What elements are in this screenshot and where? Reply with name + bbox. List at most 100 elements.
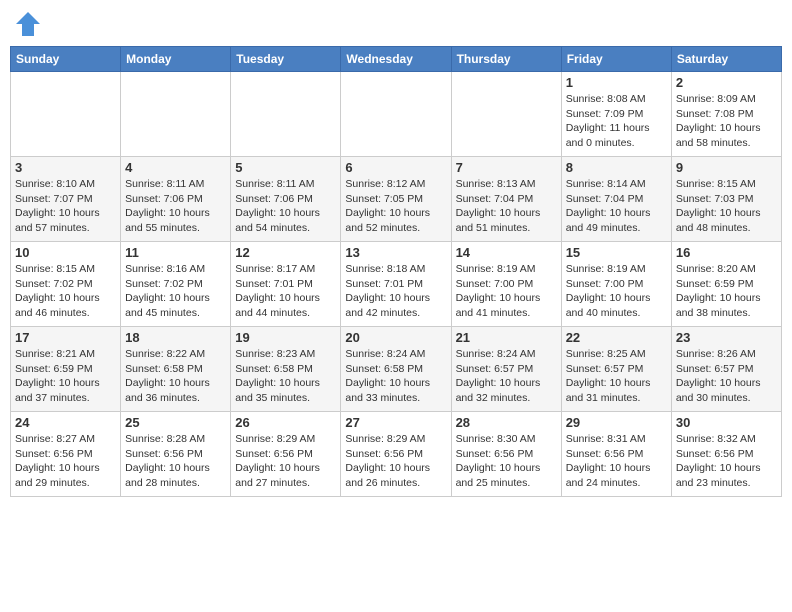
day-detail: Sunrise: 8:19 AM Sunset: 7:00 PM Dayligh…	[456, 262, 557, 321]
logo-icon	[14, 10, 42, 38]
day-detail: Sunrise: 8:24 AM Sunset: 6:57 PM Dayligh…	[456, 347, 557, 406]
day-cell: 16 Sunrise: 8:20 AM Sunset: 6:59 PM Dayli…	[671, 242, 781, 327]
week-row-5: 24 Sunrise: 8:27 AM Sunset: 6:56 PM Dayli…	[11, 412, 782, 497]
day-cell: 19 Sunrise: 8:23 AM Sunset: 6:58 PM Dayli…	[231, 327, 341, 412]
day-detail: Sunrise: 8:17 AM Sunset: 7:01 PM Dayligh…	[235, 262, 336, 321]
day-number: 18	[125, 330, 226, 345]
day-detail: Sunrise: 8:19 AM Sunset: 7:00 PM Dayligh…	[566, 262, 667, 321]
day-detail: Sunrise: 8:16 AM Sunset: 7:02 PM Dayligh…	[125, 262, 226, 321]
week-row-1: 1 Sunrise: 8:08 AM Sunset: 7:09 PM Daylig…	[11, 72, 782, 157]
day-detail: Sunrise: 8:11 AM Sunset: 7:06 PM Dayligh…	[235, 177, 336, 236]
day-number: 11	[125, 245, 226, 260]
day-cell: 12 Sunrise: 8:17 AM Sunset: 7:01 PM Dayli…	[231, 242, 341, 327]
day-cell: 29 Sunrise: 8:31 AM Sunset: 6:56 PM Dayli…	[561, 412, 671, 497]
day-cell: 9 Sunrise: 8:15 AM Sunset: 7:03 PM Daylig…	[671, 157, 781, 242]
day-number: 5	[235, 160, 336, 175]
week-row-4: 17 Sunrise: 8:21 AM Sunset: 6:59 PM Dayli…	[11, 327, 782, 412]
day-cell: 22Sunrise: 8:25 AM Sunset: 6:57 PM Dayli…	[561, 327, 671, 412]
day-cell: 3Sunrise: 8:10 AM Sunset: 7:07 PM Daylig…	[11, 157, 121, 242]
day-cell: 26Sunrise: 8:29 AM Sunset: 6:56 PM Dayli…	[231, 412, 341, 497]
day-detail: Sunrise: 8:24 AM Sunset: 6:58 PM Dayligh…	[345, 347, 446, 406]
day-number: 24	[15, 415, 116, 430]
day-number: 2	[676, 75, 777, 90]
day-detail: Sunrise: 8:20 AM Sunset: 6:59 PM Dayligh…	[676, 262, 777, 321]
day-cell: 14 Sunrise: 8:19 AM Sunset: 7:00 PM Dayli…	[451, 242, 561, 327]
logo	[14, 10, 46, 38]
page-header	[10, 10, 782, 38]
day-detail: Sunrise: 8:08 AM Sunset: 7:09 PM Dayligh…	[566, 92, 667, 151]
day-detail: Sunrise: 8:32 AM Sunset: 6:56 PM Dayligh…	[676, 432, 777, 491]
calendar-body: 1 Sunrise: 8:08 AM Sunset: 7:09 PM Daylig…	[11, 72, 782, 497]
day-detail: Sunrise: 8:26 AM Sunset: 6:57 PM Dayligh…	[676, 347, 777, 406]
day-detail: Sunrise: 8:29 AM Sunset: 6:56 PM Dayligh…	[345, 432, 446, 491]
day-detail: Sunrise: 8:18 AM Sunset: 7:01 PM Dayligh…	[345, 262, 446, 321]
day-number: 19	[235, 330, 336, 345]
calendar-table: SundayMondayTuesdayWednesdayThursdayFrid…	[10, 46, 782, 497]
day-detail: Sunrise: 8:23 AM Sunset: 6:58 PM Dayligh…	[235, 347, 336, 406]
day-cell: 13 Sunrise: 8:18 AM Sunset: 7:01 PM Dayli…	[341, 242, 451, 327]
day-cell: 27 Sunrise: 8:29 AM Sunset: 6:56 PM Dayli…	[341, 412, 451, 497]
day-cell: 17 Sunrise: 8:21 AM Sunset: 6:59 PM Dayli…	[11, 327, 121, 412]
day-number: 28	[456, 415, 557, 430]
day-cell: 20 Sunrise: 8:24 AM Sunset: 6:58 PM Dayli…	[341, 327, 451, 412]
day-detail: Sunrise: 8:15 AM Sunset: 7:03 PM Dayligh…	[676, 177, 777, 236]
weekday-header-monday: Monday	[121, 47, 231, 72]
weekday-header-sunday: Sunday	[11, 47, 121, 72]
day-cell: 18 Sunrise: 8:22 AM Sunset: 6:58 PM Dayli…	[121, 327, 231, 412]
day-detail: Sunrise: 8:15 AM Sunset: 7:02 PM Dayligh…	[15, 262, 116, 321]
day-number: 4	[125, 160, 226, 175]
day-detail: Sunrise: 8:28 AM Sunset: 6:56 PM Dayligh…	[125, 432, 226, 491]
day-cell: 8 Sunrise: 8:14 AM Sunset: 7:04 PM Daylig…	[561, 157, 671, 242]
day-number: 16	[676, 245, 777, 260]
day-number: 7	[456, 160, 557, 175]
day-number: 15	[566, 245, 667, 260]
day-number: 12	[235, 245, 336, 260]
day-cell: 7 Sunrise: 8:13 AM Sunset: 7:04 PM Daylig…	[451, 157, 561, 242]
day-detail: Sunrise: 8:21 AM Sunset: 6:59 PM Dayligh…	[15, 347, 116, 406]
day-detail: Sunrise: 8:25 AM Sunset: 6:57 PM Dayligh…	[566, 347, 667, 406]
day-number: 17	[15, 330, 116, 345]
day-number: 23	[676, 330, 777, 345]
day-cell	[11, 72, 121, 157]
day-detail: Sunrise: 8:31 AM Sunset: 6:56 PM Dayligh…	[566, 432, 667, 491]
day-cell: 23 Sunrise: 8:26 AM Sunset: 6:57 PM Dayli…	[671, 327, 781, 412]
day-number: 29	[566, 415, 667, 430]
day-cell	[451, 72, 561, 157]
day-detail: Sunrise: 8:13 AM Sunset: 7:04 PM Dayligh…	[456, 177, 557, 236]
day-cell: 24 Sunrise: 8:27 AM Sunset: 6:56 PM Dayli…	[11, 412, 121, 497]
day-cell	[341, 72, 451, 157]
day-detail: Sunrise: 8:10 AM Sunset: 7:07 PM Dayligh…	[15, 177, 116, 236]
day-detail: Sunrise: 8:30 AM Sunset: 6:56 PM Dayligh…	[456, 432, 557, 491]
day-number: 14	[456, 245, 557, 260]
day-number: 13	[345, 245, 446, 260]
day-number: 10	[15, 245, 116, 260]
day-cell: 21 Sunrise: 8:24 AM Sunset: 6:57 PM Dayli…	[451, 327, 561, 412]
weekday-row: SundayMondayTuesdayWednesdayThursdayFrid…	[11, 47, 782, 72]
day-number: 8	[566, 160, 667, 175]
day-cell	[121, 72, 231, 157]
day-cell	[231, 72, 341, 157]
day-cell: 15 Sunrise: 8:19 AM Sunset: 7:00 PM Dayli…	[561, 242, 671, 327]
day-number: 30	[676, 415, 777, 430]
day-cell: 30 Sunrise: 8:32 AM Sunset: 6:56 PM Dayli…	[671, 412, 781, 497]
day-detail: Sunrise: 8:22 AM Sunset: 6:58 PM Dayligh…	[125, 347, 226, 406]
day-number: 27	[345, 415, 446, 430]
day-number: 6	[345, 160, 446, 175]
day-number: 9	[676, 160, 777, 175]
weekday-header-thursday: Thursday	[451, 47, 561, 72]
weekday-header-saturday: Saturday	[671, 47, 781, 72]
calendar-header: SundayMondayTuesdayWednesdayThursdayFrid…	[11, 47, 782, 72]
day-detail: Sunrise: 8:14 AM Sunset: 7:04 PM Dayligh…	[566, 177, 667, 236]
day-cell: 4Sunrise: 8:11 AM Sunset: 7:06 PM Daylig…	[121, 157, 231, 242]
day-detail: Sunrise: 8:27 AM Sunset: 6:56 PM Dayligh…	[15, 432, 116, 491]
day-detail: Sunrise: 8:29 AM Sunset: 6:56 PM Dayligh…	[235, 432, 336, 491]
day-number: 1	[566, 75, 667, 90]
day-number: 20	[345, 330, 446, 345]
day-cell: 10 Sunrise: 8:15 AM Sunset: 7:02 PM Dayli…	[11, 242, 121, 327]
day-detail: Sunrise: 8:12 AM Sunset: 7:05 PM Dayligh…	[345, 177, 446, 236]
day-number: 21	[456, 330, 557, 345]
day-cell: 1 Sunrise: 8:08 AM Sunset: 7:09 PM Daylig…	[561, 72, 671, 157]
weekday-header-wednesday: Wednesday	[341, 47, 451, 72]
weekday-header-friday: Friday	[561, 47, 671, 72]
week-row-3: 10 Sunrise: 8:15 AM Sunset: 7:02 PM Dayli…	[11, 242, 782, 327]
